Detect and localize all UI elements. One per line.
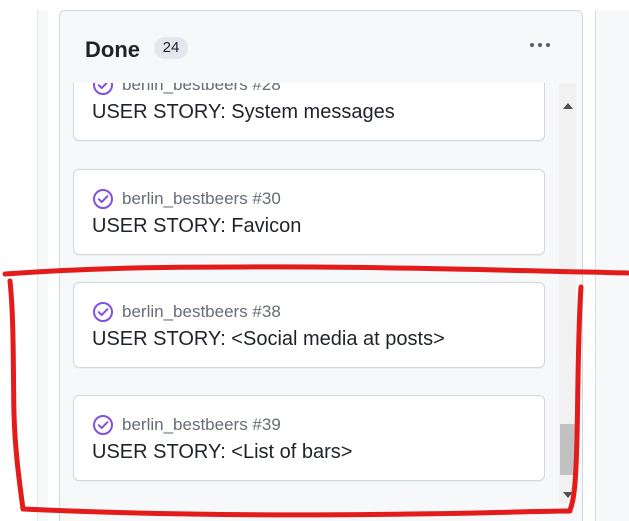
done-column: Done 24 berlin_bestbeers #28 USER STORY:… [59,10,583,521]
issue-reference: berlin_bestbeers #28 [92,83,281,97]
done-check-circle-icon [93,189,113,209]
issue-card[interactable]: berlin_bestbeers #38 USER STORY: <Social… [73,282,545,368]
issue-title[interactable]: USER STORY: System messages [92,101,395,124]
done-check-circle-icon [93,415,113,435]
next-column-edge [595,10,629,521]
issue-reference: berlin_bestbeers #39 [92,413,281,437]
issue-card[interactable]: berlin_bestbeers #30 USER STORY: Favicon [73,169,545,255]
card-list: berlin_bestbeers #28 USER STORY: System … [60,83,558,521]
done-check-circle-icon [93,83,113,95]
column-title: Done [85,37,140,62]
item-count-badge: 24 [154,37,188,59]
repository-issue-number[interactable]: berlin_bestbeers #30 [122,189,281,209]
done-check-circle-icon [93,302,113,322]
issue-title[interactable]: USER STORY: <Social media at posts> [92,328,445,351]
scroll-thumb[interactable] [560,424,575,475]
scroll-down-icon[interactable] [563,492,573,498]
issue-reference: berlin_bestbeers #30 [92,187,281,211]
issue-reference: berlin_bestbeers #38 [92,300,281,324]
previous-column-edge [37,10,48,521]
kebab-menu-icon [530,43,534,47]
kebab-menu-icon [546,43,550,47]
kebab-menu-icon [538,43,542,47]
project-board-view: Done 24 berlin_bestbeers #28 USER STORY:… [0,0,629,521]
repository-issue-number[interactable]: berlin_bestbeers #39 [122,415,281,435]
column-header: Done 24 [60,11,582,83]
repository-issue-number[interactable]: berlin_bestbeers #28 [122,83,281,95]
issue-card[interactable]: berlin_bestbeers #39 USER STORY: <List o… [73,395,545,481]
column-menu-button[interactable] [522,35,558,55]
issue-title[interactable]: USER STORY: Favicon [92,215,301,238]
issue-title[interactable]: USER STORY: <List of bars> [92,441,353,464]
repository-issue-number[interactable]: berlin_bestbeers #38 [122,302,281,322]
column-scrollbar[interactable] [559,83,576,503]
scroll-up-icon[interactable] [563,103,573,109]
issue-card[interactable]: berlin_bestbeers #28 USER STORY: System … [73,83,545,141]
